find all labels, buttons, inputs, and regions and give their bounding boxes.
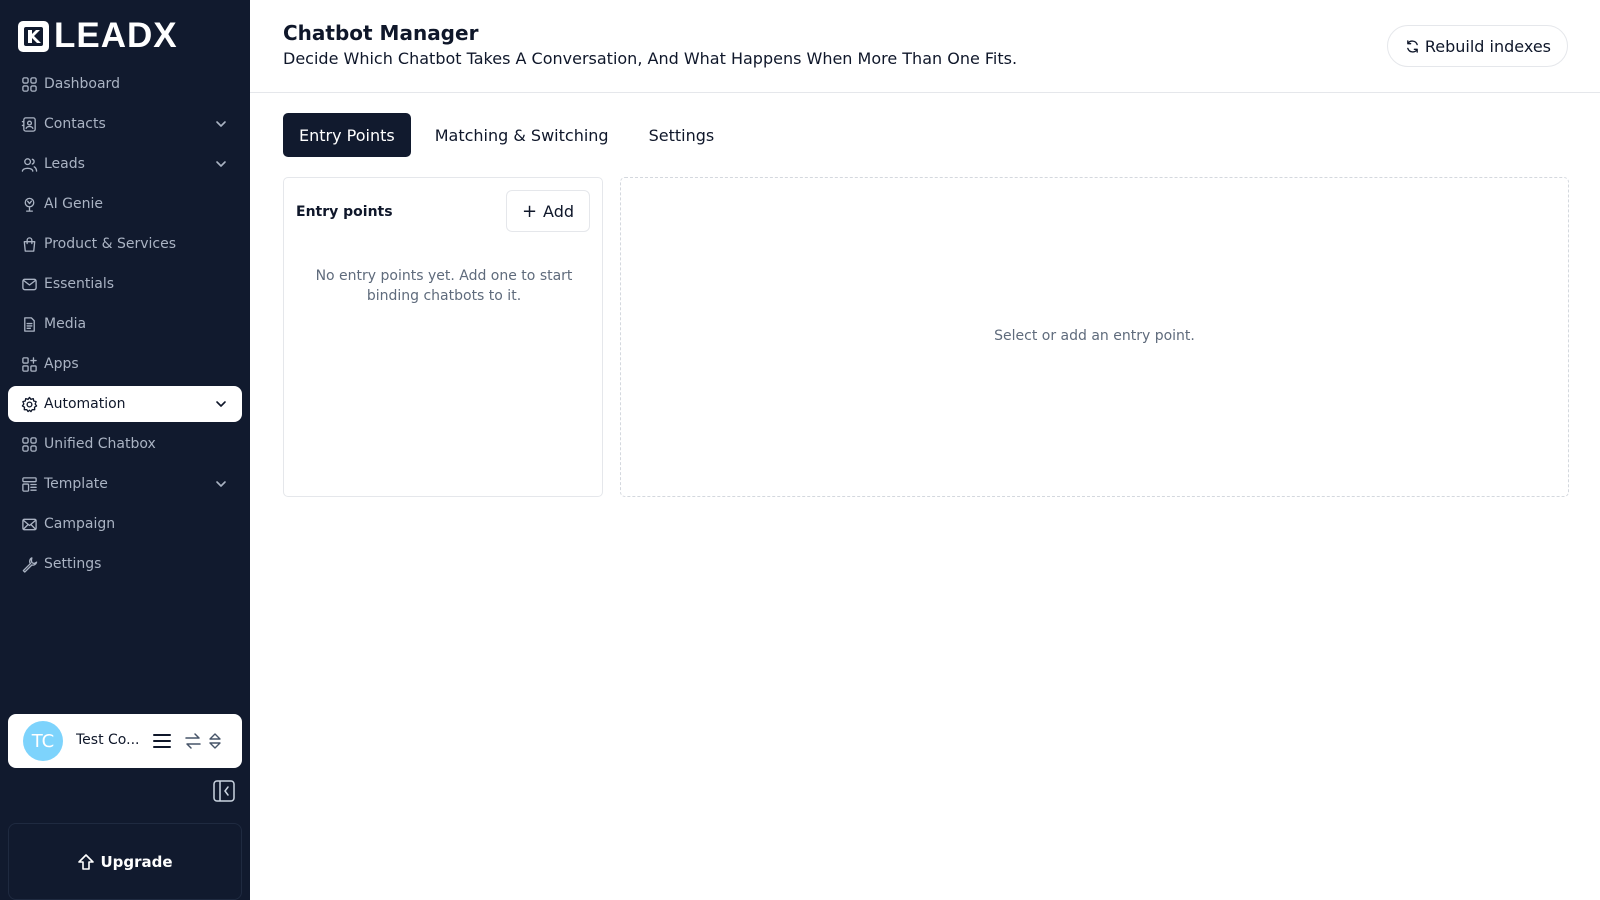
brand-logo[interactable]: LEADX [18,16,178,55]
chevron-down-icon[interactable] [214,157,228,171]
grid-icon [22,76,37,92]
sidebar-item-label: Template [44,476,108,492]
sidebar: LEADX Dashboard Contacts Leads AI Genie Prod… [0,0,250,900]
shopping-bag-icon [23,236,36,252]
sidebar-item-product-services[interactable]: Product & Services [8,226,242,262]
add-label: Add [543,201,575,221]
contact-card-icon [21,116,36,132]
chevron-down-icon[interactable] [214,397,228,411]
sidebar-item-settings[interactable]: Settings [8,546,242,582]
template-icon [22,476,37,492]
sidebar-item-leads[interactable]: Leads [8,146,242,182]
rebuild-indexes-button[interactable]: Rebuild indexes [1386,25,1568,67]
tab-settings[interactable]: Settings [633,113,731,157]
sidebar-item-label: Campaign [44,516,116,532]
sidebar-item-contacts[interactable]: Contacts [8,106,242,142]
tab-entry-points[interactable]: Entry Points [283,113,411,157]
sidebar-item-essentials[interactable]: Essentials [8,266,242,302]
sidebar-item-label: Contacts [44,116,106,132]
sidebar-item-label: Leads [44,156,85,172]
sidebar-item-label: Product & Services [44,236,177,252]
rebuild-label: Rebuild indexes [1424,36,1551,56]
add-entry-point-button[interactable]: + Add [506,190,590,232]
chevron-down-icon[interactable] [214,117,228,131]
refresh-icon [1407,39,1418,53]
entry-points-title: Entry points [296,204,393,220]
detail-empty-message: Select or add an entry point. [994,328,1195,344]
tab-bar: Entry Points Matching & Switching Settings [283,113,738,157]
sidebar-item-label: Automation [44,396,126,412]
chevron-down-icon[interactable] [214,477,228,491]
sidebar-item-label: Essentials [44,276,115,292]
sidebar-item-dashboard[interactable]: Dashboard [8,66,242,102]
sidebar-item-label: Apps [44,356,79,372]
campaign-mail-icon [22,518,37,530]
apps-icon [22,356,37,372]
page-subtitle: Decide Which Chatbot Takes A Conversatio… [283,49,1018,68]
chevron-up-down-icon[interactable] [207,731,223,751]
page-title: Chatbot Manager [283,21,479,45]
logo-mark-icon [18,20,49,52]
users-icon [21,157,38,172]
grid-icon [22,436,37,452]
sidebar-item-label: Dashboard [44,76,120,92]
entry-points-panel: Entry points + Add No entry points yet. … [283,177,603,497]
avatar[interactable]: TC [23,721,63,761]
gear-icon [21,396,38,412]
workspace-name: Test Co... [76,732,140,748]
mail-icon [22,278,37,290]
page-header: Chatbot Manager Decide Which Chatbot Tak… [250,0,1600,93]
sidebar-nav: Dashboard Contacts Leads AI Genie Product & … [8,66,242,586]
upgrade-label: Upgrade [100,852,173,871]
swap-icon[interactable] [183,731,203,751]
sidebar-item-ai-genie[interactable]: AI Genie [8,186,242,222]
collapse-sidebar-icon[interactable] [213,780,235,802]
brand-name: LEADX [54,16,178,55]
upgrade-arrow-icon [78,853,95,870]
entry-point-detail-panel: Select or add an entry point. [620,177,1569,497]
menu-icon[interactable] [152,731,172,751]
sidebar-item-template[interactable]: Template [8,466,242,502]
workspace-switcher[interactable]: TC Test Co... [8,714,242,768]
sidebar-item-apps[interactable]: Apps [8,346,242,382]
sidebar-item-automation[interactable]: Automation [8,386,242,422]
sidebar-item-unified-chatbox[interactable]: Unified Chatbox [8,426,242,462]
file-icon [24,316,35,332]
sidebar-item-label: Settings [44,556,102,572]
sidebar-item-label: Unified Chatbox [44,436,156,452]
entry-points-empty-message: No entry points yet. Add one to start bi… [315,268,573,304]
plus-icon: + [521,200,538,222]
sidebar-item-media[interactable]: Media [8,306,242,342]
app-root: LEADX Dashboard Contacts Leads AI Genie Prod… [0,0,1600,900]
tab-matching-switching[interactable]: Matching & Switching [419,113,625,157]
wrench-icon [22,556,38,573]
ai-brain-icon [24,197,35,212]
upgrade-button[interactable]: Upgrade [8,823,242,900]
sidebar-item-campaign[interactable]: Campaign [8,506,242,542]
sidebar-item-label: Media [44,316,87,332]
sidebar-item-label: AI Genie [44,196,103,212]
